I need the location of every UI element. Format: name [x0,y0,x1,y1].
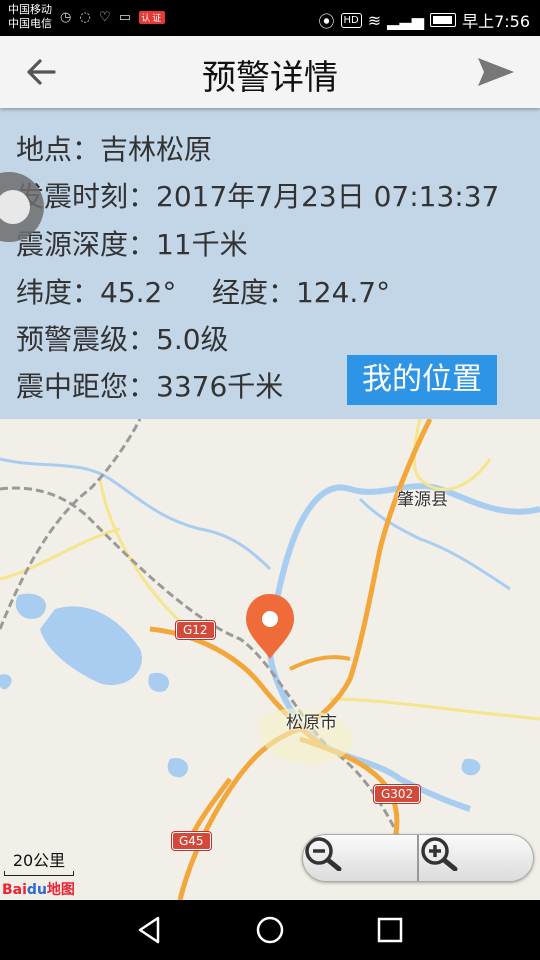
lake-small-3 [167,758,189,778]
my-location-button[interactable]: 我的位置 [347,355,497,405]
scale-bar [4,871,74,876]
chat-icon: ◌ [79,10,93,25]
railway-2 [0,486,402,840]
battery-icon [430,13,457,27]
lake-large [40,606,142,686]
share-button[interactable] [474,50,518,94]
distance-text: 震中距您：3376千米 [16,370,284,403]
road-1 [0,527,121,581]
map-scale: 20公里 [4,847,74,876]
location-text: 地点：吉林松原 [16,133,213,166]
wifi-icon: ≋ [367,10,382,30]
clock-time: 早上7:56 [462,12,530,31]
carrier-info: 中国移动 中国电信 [8,3,52,31]
lake-small-1 [15,593,47,619]
depth-text: 震源深度：11千米 [16,228,248,261]
send-icon [478,58,514,86]
system-icons: ⦿ HD ≋ ▂▃▅ 早上7:56 [318,8,530,32]
logo-du: du [26,882,47,898]
road-sign-g12: G12 [176,621,215,639]
carrier-1: 中国移动 [8,3,52,16]
health-icon: ♡ [98,10,113,25]
signal-icon: ▂▃▅ [387,10,425,30]
carrier-2: 中国电信 [8,17,52,30]
nav-recent-icon[interactable] [372,912,408,948]
road-2 [329,697,540,721]
map-canvas [0,419,540,900]
scale-label: 20公里 [12,851,66,870]
status-bar: 中国移动 中国电信 ◷ ◌ ♡ ▭ 认证 ⦿ HD ≋ ▂▃▅ 早上7:56 [0,0,540,36]
road-sign-g302: G302 [374,785,421,803]
zoom-out-icon [305,837,342,871]
lake-small-2 [148,672,170,692]
zoom-in-button[interactable] [417,835,533,881]
message-icon: ▭ [118,10,134,25]
coords-text: 纬度：45.2° 经度：124.7° [16,276,391,309]
notification-icons: ◷ ◌ ♡ ▭ 认证 [60,10,166,25]
logo-bai: Bai [2,882,27,898]
map-view[interactable]: 肇源县 松原市 G12 G302 G45 20公里 Baidu地图 [0,419,540,900]
hd-badge: HD [340,12,362,28]
location-icon: ⦿ [318,12,335,31]
earthquake-info-panel: 地点：吉林松原 发震时刻：2017年7月23日 07:13:37 震源深度：11… [0,108,540,419]
road-sign-g45: G45 [172,832,211,850]
baidu-map-logo: Baidu地图 [2,879,75,899]
map-label-songyuan: 松原市 [286,713,337,733]
nav-home-icon[interactable] [252,912,288,948]
road-4 [98,478,201,641]
system-nav-bar [0,900,540,960]
zoom-out-button[interactable] [303,835,417,881]
zoom-in-icon [421,837,458,871]
app-bar: 预警详情 [0,36,540,108]
stream-1 [0,457,272,571]
auth-badge: 认证 [139,11,166,24]
zoom-control [302,834,534,882]
nav-back-icon[interactable] [132,912,168,948]
map-label-zhaoyuan: 肇源县 [397,490,448,510]
clock-icon: ◷ [60,10,74,25]
logo-map: 地图 [46,882,75,898]
epicenter-marker[interactable] [246,594,294,659]
highway-connector [289,655,351,671]
quake-time-text: 发震时刻：2017年7月23日 07:13:37 [16,180,500,213]
magnitude-text: 预警震级：5.0级 [16,323,229,356]
lake-small-5 [0,674,12,690]
highway-g45 [187,777,233,841]
page-title: 预警详情 [202,58,338,98]
lake-small-4 [461,758,481,776]
